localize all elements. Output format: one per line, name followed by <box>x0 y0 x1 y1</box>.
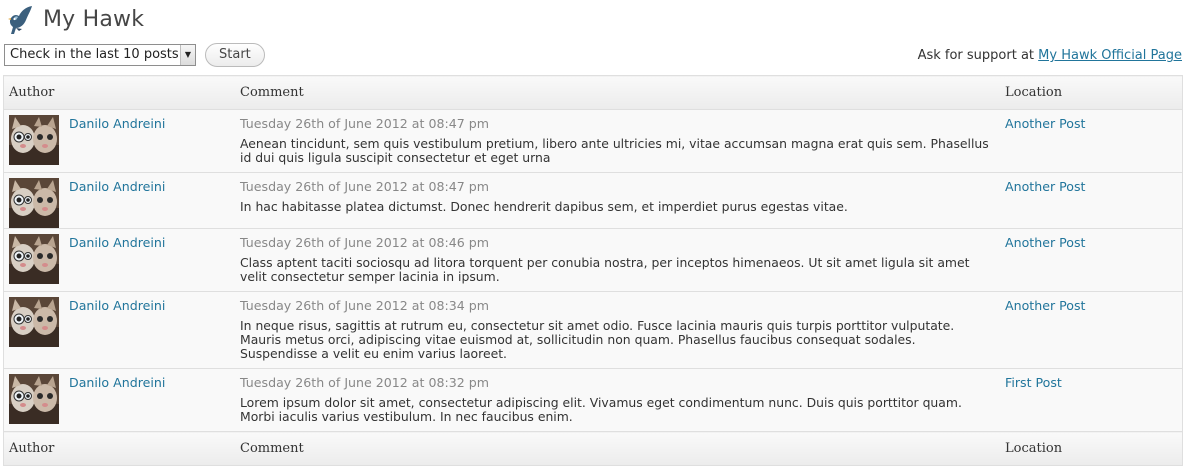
location-link[interactable]: Another Post <box>1005 116 1086 131</box>
location-cell: Another Post <box>1000 172 1183 229</box>
hawk-bird-icon <box>8 6 32 34</box>
avatar <box>9 115 59 165</box>
filter-select-value: Check in the last 10 posts <box>10 47 179 62</box>
table-row: Danilo Andreini Tuesday 26th of June 201… <box>3 172 1183 229</box>
author-cell: Danilo Andreini <box>3 172 235 229</box>
location-cell: Another Post <box>1000 228 1183 292</box>
author-name-link[interactable]: Danilo Andreini <box>69 298 165 313</box>
comment-date: Tuesday 26th of June 2012 at 08:47 pm <box>240 116 490 131</box>
dropdown-arrow-icon[interactable]: ▼ <box>180 45 195 65</box>
comment-date: Tuesday 26th of June 2012 at 08:34 pm <box>240 298 490 313</box>
author-cell: Danilo Andreini <box>3 291 235 369</box>
support-prefix: Ask for support at <box>917 48 1035 63</box>
table-header-row: Author Comment Location <box>3 75 1183 110</box>
comment-text: Lorem ipsum dolor sit amet, consectetur … <box>240 395 962 424</box>
author-name-link[interactable]: Danilo Andreini <box>69 375 165 390</box>
comments-table-body: Danilo Andreini Tuesday 26th of June 201… <box>3 109 1183 432</box>
table-footer-row: Author Comment Location <box>3 431 1183 466</box>
comment-date: Tuesday 26th of June 2012 at 08:32 pm <box>240 375 490 390</box>
location-cell: First Post <box>1000 368 1183 432</box>
page-title: My Hawk <box>43 7 145 32</box>
comment-text: Class aptent taciti sociosqu ad litora t… <box>240 255 970 284</box>
location-cell: Another Post <box>1000 109 1183 173</box>
comment-date: Tuesday 26th of June 2012 at 08:47 pm <box>240 179 490 194</box>
comment-cell: Tuesday 26th of June 2012 at 08:34 pm In… <box>235 291 1000 369</box>
location-link[interactable]: First Post <box>1005 375 1062 390</box>
author-name-link[interactable]: Danilo Andreini <box>69 116 165 131</box>
comment-cell: Tuesday 26th of June 2012 at 08:47 pm Ae… <box>235 109 1000 173</box>
comment-cell: Tuesday 26th of June 2012 at 08:47 pm In… <box>235 172 1000 229</box>
location-link[interactable]: Another Post <box>1005 298 1086 313</box>
column-header-author[interactable]: Author <box>3 75 235 110</box>
author-cell: Danilo Andreini <box>3 228 235 292</box>
location-cell: Another Post <box>1000 291 1183 369</box>
controls-bar: Check in the last 10 posts ▼ Start <box>4 43 265 67</box>
table-row: Danilo Andreini Tuesday 26th of June 201… <box>3 109 1183 173</box>
column-header-location[interactable]: Location <box>1000 75 1183 110</box>
comments-table: Author Comment Location Danilo Andreini … <box>3 75 1183 466</box>
start-button[interactable]: Start <box>205 43 265 67</box>
comment-date: Tuesday 26th of June 2012 at 08:46 pm <box>240 235 490 250</box>
location-link[interactable]: Another Post <box>1005 179 1086 194</box>
comment-cell: Tuesday 26th of June 2012 at 08:32 pm Lo… <box>235 368 1000 432</box>
column-footer-location[interactable]: Location <box>1000 431 1183 466</box>
filter-select[interactable]: Check in the last 10 posts ▼ <box>4 44 196 66</box>
table-row: Danilo Andreini Tuesday 26th of June 201… <box>3 291 1183 369</box>
comment-text: In neque risus, sagittis at rutrum eu, c… <box>240 318 955 361</box>
support-text: Ask for support at My Hawk Official Page <box>918 48 1182 63</box>
avatar <box>9 234 59 284</box>
column-header-comment[interactable]: Comment <box>235 75 1000 110</box>
table-row: Danilo Andreini Tuesday 26th of June 201… <box>3 368 1183 432</box>
comment-text: In hac habitasse platea dictumst. Donec … <box>240 199 848 214</box>
support-link[interactable]: My Hawk Official Page <box>1038 48 1182 63</box>
comment-text: Aenean tincidunt, sem quis vestibulum pr… <box>240 136 989 165</box>
table-row: Danilo Andreini Tuesday 26th of June 201… <box>3 228 1183 292</box>
column-footer-author[interactable]: Author <box>3 431 235 466</box>
comment-cell: Tuesday 26th of June 2012 at 08:46 pm Cl… <box>235 228 1000 292</box>
location-link[interactable]: Another Post <box>1005 235 1086 250</box>
avatar <box>9 178 59 228</box>
page-header: My Hawk <box>2 2 144 38</box>
avatar <box>9 297 59 347</box>
author-cell: Danilo Andreini <box>3 368 235 432</box>
avatar <box>9 374 59 424</box>
author-cell: Danilo Andreini <box>3 109 235 173</box>
author-name-link[interactable]: Danilo Andreini <box>69 235 165 250</box>
author-name-link[interactable]: Danilo Andreini <box>69 179 165 194</box>
column-footer-comment[interactable]: Comment <box>235 431 1000 466</box>
